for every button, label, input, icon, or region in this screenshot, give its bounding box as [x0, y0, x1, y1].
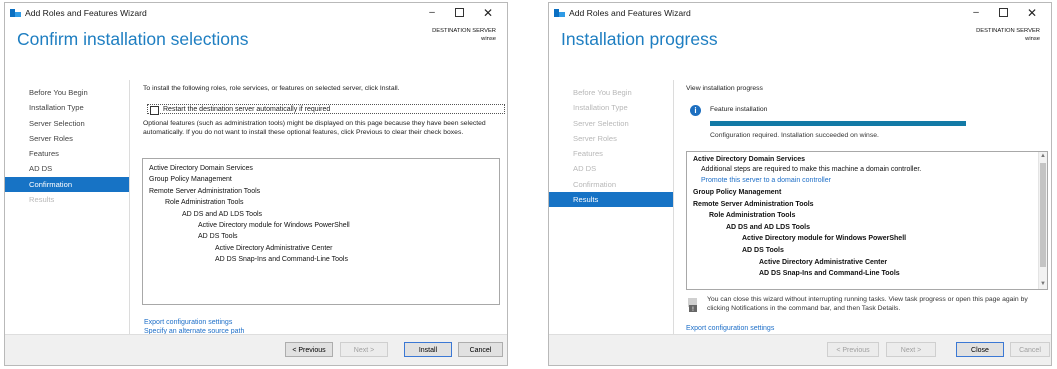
nav-item-before-you-begin: Before You Begin [573, 88, 632, 97]
wizard-window-progress: Add Roles and Features Wizard – ✕ Instal… [548, 2, 1052, 366]
previous-button[interactable]: < Previous [827, 342, 879, 357]
list-item: Group Policy Management [693, 189, 782, 196]
installation-status: Configuration required. Installation suc… [710, 132, 879, 139]
view-progress-label: View installation progress [686, 85, 763, 92]
list-item: Active Directory Administrative Center [215, 244, 333, 252]
page-title: Installation progress [561, 29, 718, 49]
optional-features-text: Optional features (such as administratio… [143, 120, 486, 136]
cancel-button[interactable]: Cancel [1010, 342, 1050, 357]
nav-item-features[interactable]: Features [5, 146, 129, 161]
nav-item-results[interactable]: Results [549, 192, 673, 208]
wizard-footer: < Previous Next > Close Cancel [549, 334, 1051, 365]
destination-label: DESTINATION SERVER [976, 28, 1040, 34]
window-title: Add Roles and Features Wizard [569, 8, 691, 18]
window-title: Add Roles and Features Wizard [25, 8, 147, 18]
svg-text:!: ! [692, 306, 694, 312]
wizard-window-confirm: Add Roles and Features Wizard – ✕ Confir… [4, 2, 508, 366]
list-item: AD DS Tools [742, 246, 784, 254]
promote-dc-link[interactable]: Promote this server to a domain controll… [693, 175, 1037, 187]
adds-note: Additional steps are required to make th… [701, 166, 922, 173]
wizard-footer: < Previous Next > Install Cancel [5, 334, 507, 365]
cancel-button[interactable]: Cancel [458, 342, 503, 357]
nav-item-server-selection: Server Selection [573, 118, 629, 128]
destination-label: DESTINATION SERVER [432, 28, 496, 34]
nav-item-confirmation: Confirmation [573, 179, 617, 189]
export-settings-link[interactable]: Export configuration settings [686, 324, 774, 333]
list-item: AD DS Snap-Ins and Command-Line Tools [759, 270, 900, 278]
installation-results-list[interactable]: Active Directory Domain Services Additio… [686, 151, 1048, 290]
intro-text: To install the following roles, role ser… [143, 85, 400, 92]
list-item: AD DS and AD LDS Tools [726, 223, 810, 231]
list-item: Active Directory module for Windows Powe… [198, 221, 350, 229]
list-item: Active Directory Domain Services [149, 165, 253, 172]
installation-progress-bar [710, 121, 966, 126]
list-item: Active Directory Administrative Center [759, 258, 888, 266]
nav-item-ad-ds: AD DS [573, 164, 597, 174]
progress-fill [710, 121, 966, 126]
minimize-button[interactable]: – [419, 3, 445, 23]
server-manager-icon [10, 8, 21, 18]
nav-item-server-roles[interactable]: Server Roles [5, 131, 129, 146]
minimize-button[interactable]: – [963, 3, 989, 23]
destination-server-name: winse [481, 36, 496, 42]
destination-server: DESTINATION SERVER winse [976, 27, 1040, 43]
next-button[interactable]: Next > [340, 342, 388, 357]
nav-item-results: Results [29, 195, 55, 205]
next-button[interactable]: Next > [886, 342, 936, 357]
page-title: Confirm installation selections [17, 29, 249, 49]
install-button[interactable]: Install [404, 342, 452, 357]
destination-server-name: winse [1025, 36, 1040, 42]
restart-checkbox-label[interactable]: Restart the destination server automatic… [163, 105, 330, 115]
list-item: Active Directory module for Windows Powe… [742, 235, 907, 243]
title-bar[interactable]: Add Roles and Features Wizard – ✕ [549, 3, 1051, 23]
nav-item-server-roles: Server Roles [573, 133, 617, 143]
selected-features-list[interactable]: Active Directory Domain Services Group P… [142, 158, 500, 305]
close-window-button[interactable]: ✕ [475, 3, 501, 23]
info-icon: i [690, 105, 701, 116]
nav-item-confirmation[interactable]: Confirmation [5, 176, 129, 193]
scroll-down-icon[interactable]: ▼ [1039, 280, 1047, 289]
list-item: AD DS Snap-Ins and Command-Line Tools [215, 256, 348, 264]
close-window-button[interactable]: ✕ [1019, 3, 1045, 23]
maximize-button[interactable] [990, 3, 1016, 23]
content-pane: To install the following roles, role ser… [129, 80, 507, 335]
title-bar[interactable]: Add Roles and Features Wizard – ✕ [5, 3, 507, 23]
close-button[interactable]: Close [956, 342, 1004, 357]
nav-item-before-you-begin[interactable]: Before You Begin [5, 85, 129, 100]
results-scrollbar[interactable]: ▲ ▼ [1038, 152, 1047, 289]
list-item: AD DS Tools [198, 233, 238, 241]
nav-item-server-selection[interactable]: Server Selection [5, 116, 129, 131]
export-settings-link[interactable]: Export configuration settings [144, 318, 232, 327]
restart-checkbox-row[interactable]: Restart the destination server automatic… [147, 104, 505, 115]
list-item: Role Administration Tools [165, 199, 244, 207]
destination-server: DESTINATION SERVER winse [432, 27, 496, 43]
list-item: Remote Server Administration Tools [693, 200, 814, 208]
scroll-thumb[interactable] [1040, 163, 1046, 267]
wizard-nav: Before You Begin Installation Type Serve… [549, 85, 673, 208]
previous-button[interactable]: < Previous [285, 342, 333, 357]
maximize-icon [998, 7, 1008, 17]
content-pane: View installation progress i Feature ins… [673, 80, 1051, 335]
nav-item-installation-type[interactable]: Installation Type [5, 100, 129, 115]
list-item: Group Policy Management [149, 176, 232, 184]
server-manager-icon [554, 8, 565, 18]
maximize-icon [454, 7, 464, 17]
scroll-up-icon[interactable]: ▲ [1039, 152, 1047, 161]
flag-icon: ! [688, 298, 698, 313]
list-item: Role Administration Tools [709, 212, 796, 220]
nav-item-ad-ds[interactable]: AD DS [5, 161, 129, 176]
nav-item-installation-type: Installation Type [573, 103, 628, 113]
wizard-nav: Before You Begin Installation Type Serve… [5, 85, 129, 207]
close-wizard-note: You can close this wizard without interr… [707, 296, 1028, 312]
nav-item-features: Features [573, 149, 603, 159]
feature-installation-label: Feature installation [710, 106, 768, 113]
maximize-button[interactable] [446, 3, 472, 23]
list-item: AD DS and AD LDS Tools [182, 210, 263, 218]
list-item: Active Directory Domain Services [693, 156, 806, 163]
list-item: Remote Server Administration Tools [149, 187, 261, 195]
restart-checkbox[interactable] [150, 106, 159, 115]
